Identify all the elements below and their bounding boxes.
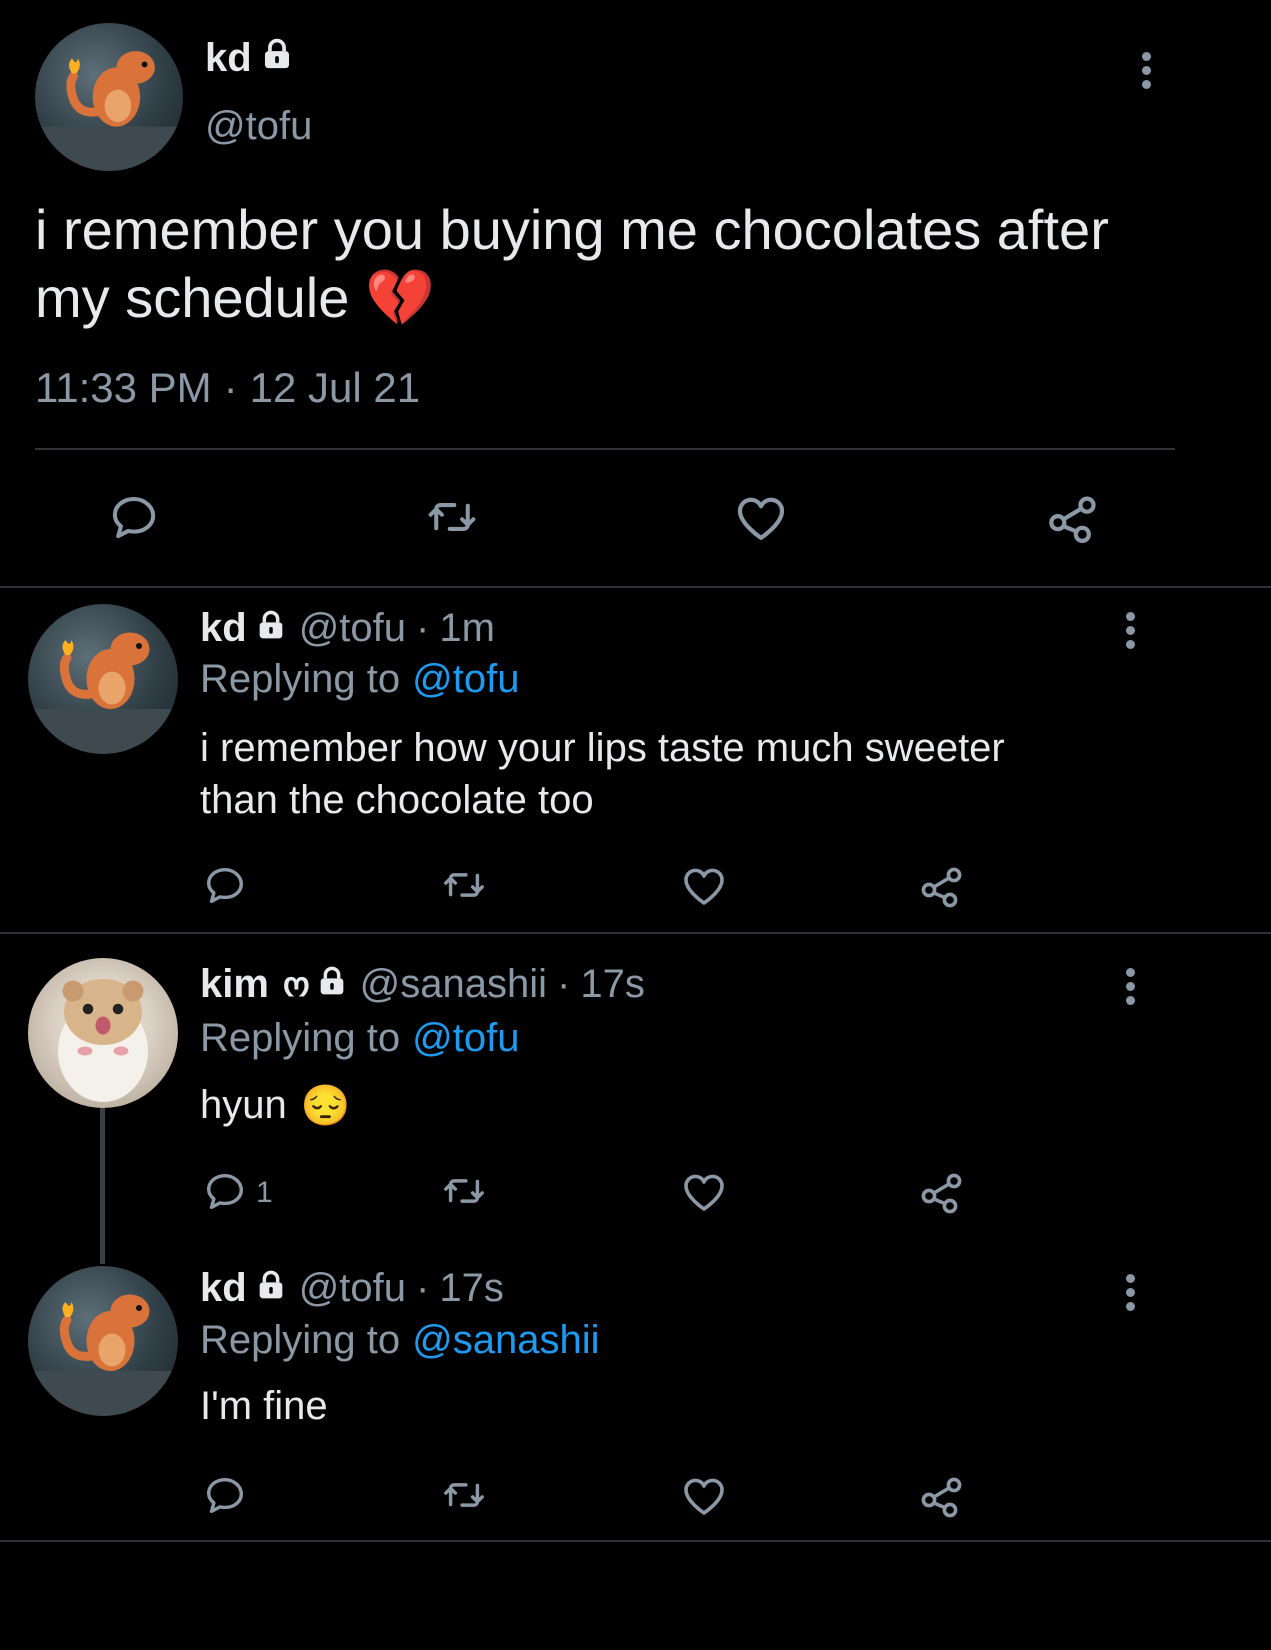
tweet-text: i remember you buying me chocolates afte…	[35, 196, 1109, 332]
reply-text: hyun 😔	[200, 1082, 351, 1129]
reply-bubble-icon[interactable]	[107, 490, 161, 544]
tweet-text-line: i remember you buying me chocolates afte…	[35, 198, 1109, 261]
retweet-icon[interactable]	[438, 862, 490, 908]
divider	[0, 1540, 1271, 1542]
share-icon[interactable]	[918, 1472, 966, 1520]
more-vertical-icon[interactable]	[1126, 1274, 1136, 1316]
reply-text: I'm fine	[200, 1384, 328, 1429]
more-vertical-icon[interactable]	[1142, 52, 1152, 94]
display-name[interactable]: kd	[205, 36, 252, 81]
avatar[interactable]	[28, 958, 178, 1108]
replying-to-label: Replying to	[200, 657, 401, 701]
reply-bubble-icon[interactable]	[202, 1472, 248, 1518]
avatar[interactable]	[35, 23, 183, 171]
divider	[35, 448, 1175, 450]
display-name[interactable]: kd	[200, 606, 247, 651]
reply-bubble-icon[interactable]	[202, 1168, 248, 1214]
reply-header: kd @tofu · 1m	[200, 606, 495, 651]
lock-icon	[255, 1266, 287, 1311]
relative-time: 1m	[439, 606, 495, 650]
reply-text-line: i remember how your lips taste much swee…	[200, 726, 1005, 770]
more-vertical-icon[interactable]	[1126, 968, 1136, 1010]
heart-icon[interactable]	[680, 862, 728, 910]
author-name-row: kd	[205, 36, 294, 81]
share-icon[interactable]	[918, 1168, 966, 1216]
replying-to-link[interactable]: @sanashii	[412, 1318, 599, 1363]
retweet-icon[interactable]	[422, 490, 482, 544]
lock-icon	[255, 606, 287, 651]
replying-to-link[interactable]: @tofu	[412, 1016, 519, 1061]
retweet-icon[interactable]	[438, 1472, 490, 1518]
reply-text-line: I'm fine	[200, 1384, 328, 1428]
replying-to: Replying to @tofu	[200, 657, 519, 702]
avatar[interactable]	[28, 604, 178, 754]
reply-bubble-icon[interactable]	[202, 862, 248, 908]
lock-icon	[316, 962, 348, 1007]
relative-time: 17s	[439, 1266, 504, 1310]
pensive-emoji: 😔	[300, 1084, 351, 1128]
timestamp: 11:33 PM · 12 Jul 21	[35, 364, 420, 412]
reply-text: i remember how your lips taste much swee…	[200, 722, 1005, 826]
more-vertical-icon[interactable]	[1126, 612, 1136, 654]
reply-text-line: than the chocolate too	[200, 778, 594, 822]
tweet-text-line: my schedule 💔	[35, 264, 1109, 332]
reply-count: 1	[256, 1176, 273, 1209]
handle[interactable]: @sanashii	[360, 962, 547, 1007]
display-name[interactable]: kim	[200, 962, 269, 1007]
separator-dot: ·	[416, 606, 430, 650]
thread-line	[100, 1108, 105, 1264]
display-name[interactable]: kd	[200, 1266, 247, 1311]
reply-header: kim ო @sanashii · 17s	[200, 962, 645, 1007]
heart-icon[interactable]	[733, 490, 789, 546]
tweet-text-fragment: my schedule	[35, 266, 350, 329]
avatar[interactable]	[28, 1266, 178, 1416]
name-emoji: ო	[282, 965, 310, 1004]
reply-header: kd @tofu · 17s	[200, 1266, 504, 1311]
reply-text-line: hyun	[200, 1083, 287, 1127]
handle[interactable]: @tofu	[299, 1266, 406, 1311]
tweet-time: 11:33 PM	[35, 364, 212, 411]
heart-icon[interactable]	[680, 1168, 728, 1216]
replying-to: Replying to @sanashii	[200, 1318, 600, 1363]
tweet-date: 12 Jul 21	[249, 364, 421, 411]
heart-icon[interactable]	[680, 1472, 728, 1520]
broken-heart-emoji: 💔	[364, 266, 435, 329]
retweet-icon[interactable]	[438, 1168, 490, 1214]
divider	[0, 586, 1271, 588]
separator-dot: ·	[223, 364, 238, 411]
lock-icon	[260, 36, 294, 81]
replying-to-label: Replying to	[200, 1016, 401, 1060]
separator-dot: ·	[416, 1266, 430, 1310]
replying-to-label: Replying to	[200, 1318, 401, 1362]
share-icon[interactable]	[1045, 490, 1101, 546]
handle[interactable]: @tofu	[205, 104, 312, 149]
share-icon[interactable]	[918, 862, 966, 910]
replying-to-link[interactable]: @tofu	[412, 657, 519, 702]
divider	[0, 932, 1271, 934]
separator-dot: ·	[557, 962, 571, 1006]
handle[interactable]: @tofu	[299, 606, 406, 651]
replying-to: Replying to @tofu	[200, 1016, 519, 1061]
relative-time: 17s	[580, 962, 645, 1006]
